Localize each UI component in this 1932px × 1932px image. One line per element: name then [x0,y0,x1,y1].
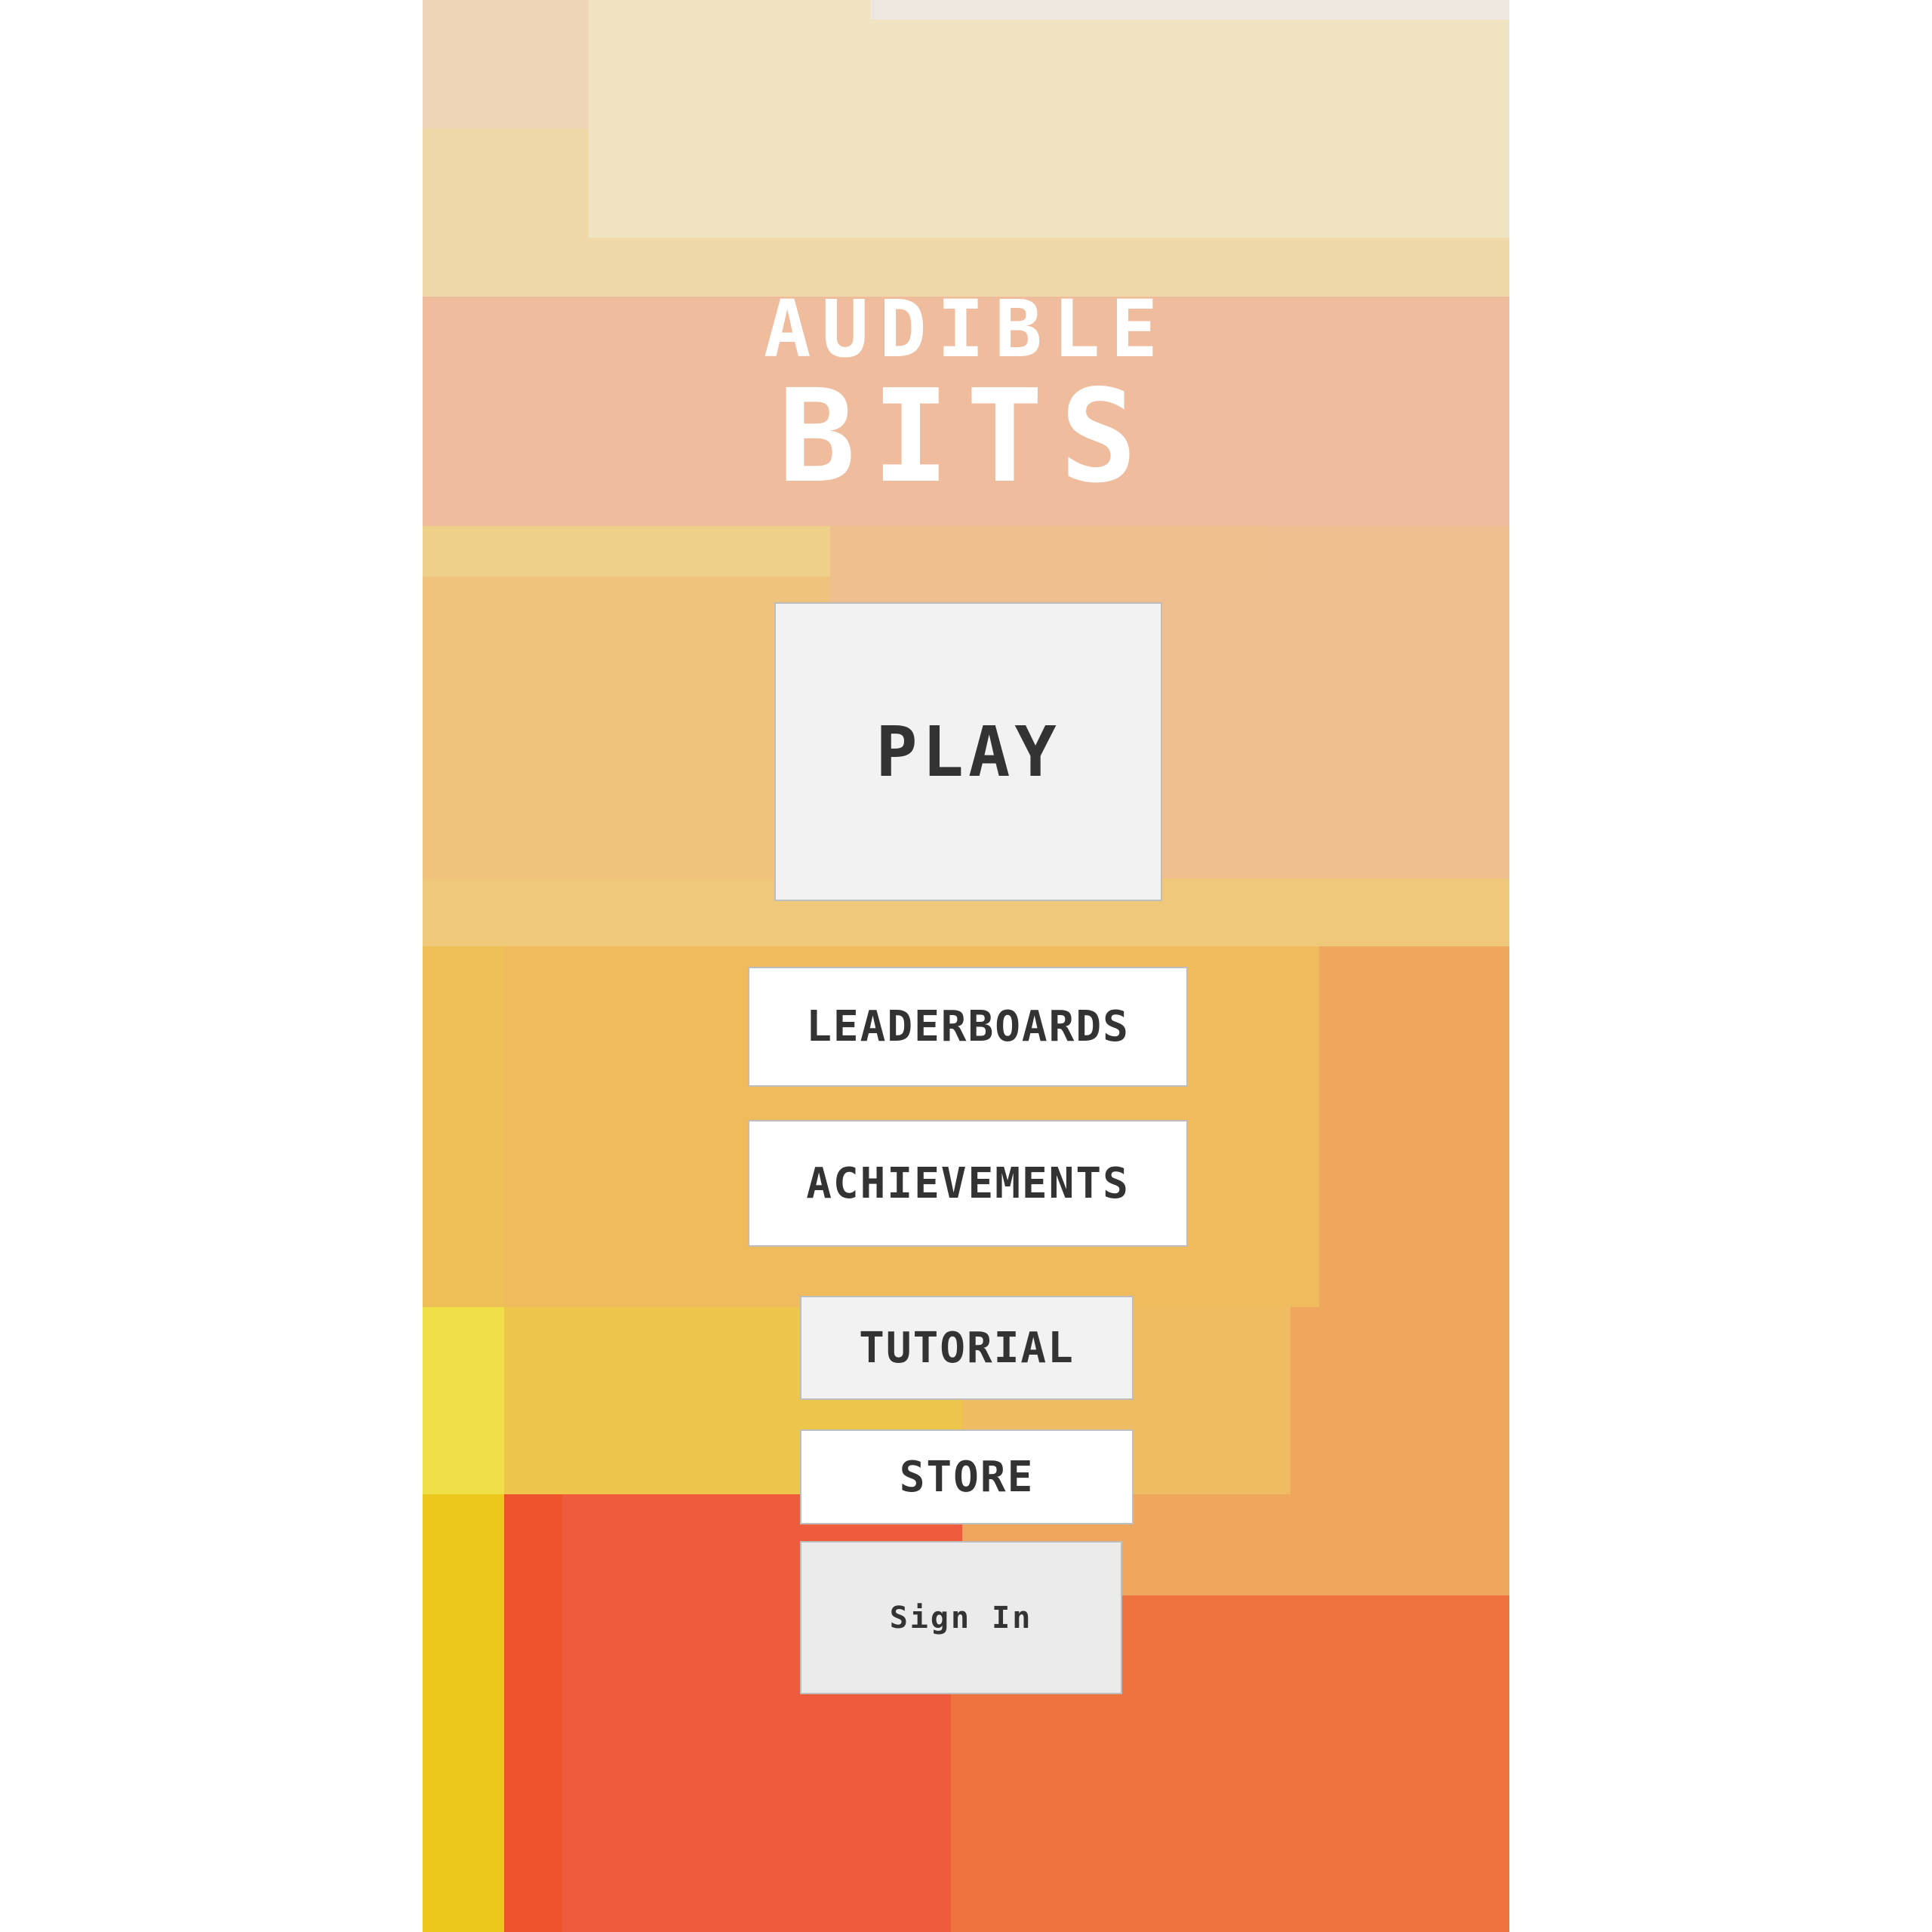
tutorial-button[interactable]: TUTORIAL [800,1296,1134,1400]
screen: AUDIBLE BITS PLAY LEADERBOARDS ACHIEVEME… [0,0,1932,1932]
background-block [504,1494,562,1932]
background-block [589,0,1509,238]
leaderboards-button[interactable]: LEADERBOARDS [748,967,1188,1087]
background-block [423,1307,504,1494]
sign-in-button-label: Sign In [889,1600,1033,1635]
game-main-menu: AUDIBLE BITS PLAY LEADERBOARDS ACHIEVEME… [423,0,1509,1932]
leaderboards-button-label: LEADERBOARDS [806,1002,1130,1051]
play-button[interactable]: PLAY [774,602,1162,901]
background-block [870,0,1509,20]
tutorial-button-label: TUTORIAL [859,1323,1075,1373]
store-button-label: STORE [899,1452,1035,1502]
game-title-bottom: BITS [778,362,1154,512]
store-button[interactable]: STORE [800,1429,1134,1524]
background-block [423,1494,504,1932]
background-block [1263,526,1509,577]
background-block [423,577,830,878]
achievements-button-label: ACHIEVEMENTS [806,1158,1130,1208]
background-block [423,946,504,1307]
background-block [423,526,830,577]
play-button-label: PLAY [875,711,1061,792]
sign-in-button[interactable]: Sign In [800,1541,1122,1694]
achievements-button[interactable]: ACHIEVEMENTS [748,1120,1188,1247]
game-title-top: AUDIBLE [763,283,1169,375]
background-block [830,526,1263,577]
